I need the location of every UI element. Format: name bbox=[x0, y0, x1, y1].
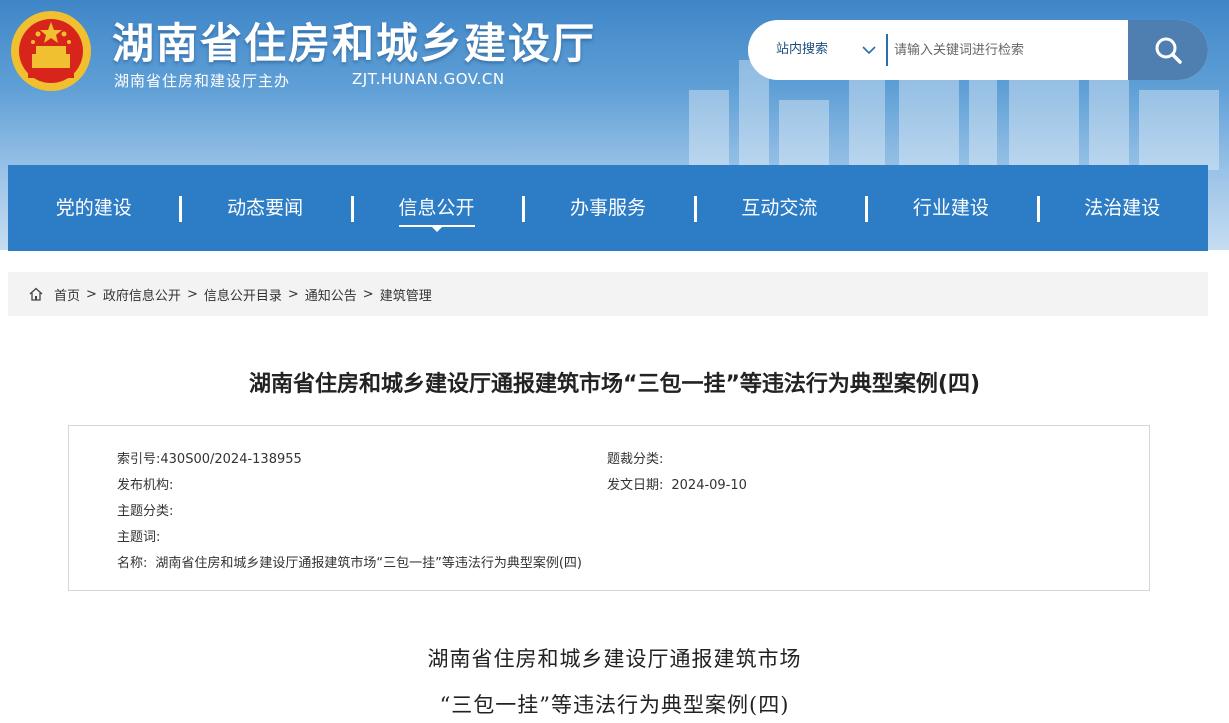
meta-publisher: 发布机构: bbox=[117, 474, 181, 493]
nav-item-label: 互动交流 bbox=[741, 197, 818, 219]
meta-name-label: 名称: bbox=[117, 556, 148, 571]
meta-keywords: 主题词: bbox=[117, 526, 168, 545]
nav-item-interaction[interactable]: 互动交流 bbox=[693, 165, 865, 251]
nav-item-services[interactable]: 办事服务 bbox=[522, 165, 693, 251]
meta-index: 索引号:430S00/2024-138955 bbox=[117, 448, 302, 467]
meta-index-label: 索引号: bbox=[117, 452, 161, 467]
nav-item-label: 党的建设 bbox=[55, 197, 132, 219]
search-icon bbox=[1155, 37, 1182, 64]
main-nav: 党的建设 动态要闻 信息公开 办事服务 互动交流 行业建设 法治建设 bbox=[8, 165, 1208, 251]
meta-genre-label: 题裁分类: bbox=[607, 452, 664, 467]
site-subtitle: 湖南省住房和建设厅主办 bbox=[114, 72, 291, 90]
meta-publisher-label: 发布机构: bbox=[117, 478, 174, 493]
site-url: ZJT.HUNAN.GOV.CN bbox=[352, 70, 505, 88]
nav-item-label: 法治建设 bbox=[1084, 197, 1161, 219]
home-icon[interactable] bbox=[28, 286, 44, 302]
meta-name: 名称: 湖南省住房和城乡建设厅通报建筑市场“三包一挂”等违法行为典型案例(四) bbox=[117, 552, 582, 571]
meta-index-value: 430S00/2024-138955 bbox=[160, 452, 302, 467]
breadcrumb-separator: > bbox=[86, 286, 97, 302]
body-title-line-1: 湖南省住房和城乡建设厅通报建筑市场 bbox=[427, 647, 802, 671]
search-bar: 站内搜索 bbox=[748, 20, 1208, 80]
search-button[interactable] bbox=[1128, 20, 1208, 80]
breadcrumb: 首页 > 政府信息公开 > 信息公开目录 > 通知公告 > 建筑管理 bbox=[8, 272, 1208, 316]
nav-item-label: 动态要闻 bbox=[227, 197, 304, 219]
meta-topic: 主题分类: bbox=[117, 500, 181, 519]
breadcrumb-catalog-link[interactable]: 信息公开目录 bbox=[204, 285, 282, 304]
nav-item-news[interactable]: 动态要闻 bbox=[179, 165, 350, 251]
search-input[interactable] bbox=[894, 32, 1124, 68]
breadcrumb-construction-link[interactable]: 建筑管理 bbox=[380, 285, 432, 304]
search-scope-select[interactable]: 站内搜索 bbox=[776, 20, 828, 80]
breadcrumb-separator: > bbox=[186, 286, 198, 302]
meta-genre: 题裁分类: bbox=[607, 448, 671, 467]
nav-item-info-disclosure[interactable]: 信息公开 bbox=[350, 165, 522, 251]
breadcrumb-home-link[interactable]: 首页 bbox=[54, 285, 80, 304]
nav-item-industry[interactable]: 行业建设 bbox=[865, 165, 1036, 251]
body-title-line-2: “三包一挂”等违法行为典型案例(四) bbox=[439, 693, 790, 717]
nav-item-label: 办事服务 bbox=[569, 197, 646, 219]
national-emblem-icon bbox=[11, 11, 91, 91]
nav-item-rule-of-law[interactable]: 法治建设 bbox=[1036, 165, 1208, 251]
meta-topic-label: 主题分类: bbox=[117, 504, 174, 519]
article-title: 湖南省住房和城乡建设厅通报建筑市场“三包一挂”等违法行为典型案例(四) bbox=[248, 372, 981, 397]
nav-item-party-building[interactable]: 党的建设 bbox=[8, 165, 179, 251]
meta-date-value: 2024-09-10 bbox=[671, 478, 747, 493]
breadcrumb-separator: > bbox=[362, 286, 374, 302]
breadcrumb-gov-info-link[interactable]: 政府信息公开 bbox=[103, 285, 181, 304]
site-title: 湖南省住房和城乡建设厅 bbox=[112, 19, 597, 68]
nav-item-label: 信息公开 bbox=[398, 197, 475, 227]
meta-date-label: 发文日期: bbox=[607, 478, 664, 493]
article-meta-box: 索引号:430S00/2024-138955 题裁分类: 发布机构: 发文日期:… bbox=[68, 425, 1150, 591]
meta-name-value: 湖南省住房和城乡建设厅通报建筑市场“三包一挂”等违法行为典型案例(四) bbox=[155, 556, 583, 571]
meta-keywords-label: 主题词: bbox=[117, 530, 161, 545]
breadcrumb-notice-link[interactable]: 通知公告 bbox=[305, 285, 357, 304]
meta-date: 发文日期: 2024-09-10 bbox=[607, 474, 747, 493]
chevron-down-icon[interactable] bbox=[860, 41, 878, 59]
nav-item-label: 行业建设 bbox=[912, 197, 989, 219]
breadcrumb-separator: > bbox=[287, 286, 299, 302]
search-divider bbox=[886, 34, 888, 66]
